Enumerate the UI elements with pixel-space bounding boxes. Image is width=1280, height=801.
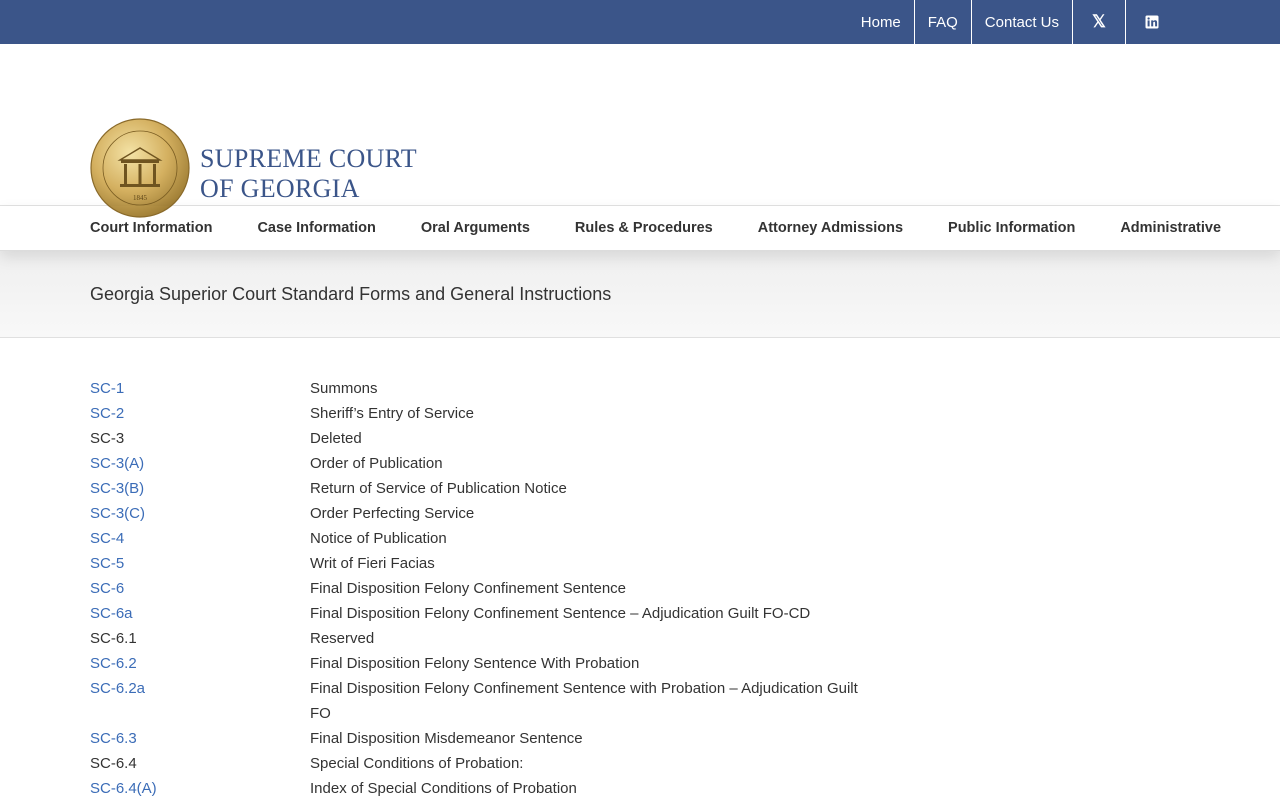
site-header: 1845 SUPREME COURT OF GEORGIA <box>0 44 1280 218</box>
form-row: SC-5 Writ of Fieri Facias <box>90 551 870 576</box>
faq-link[interactable]: FAQ <box>913 0 971 44</box>
nav-case-information[interactable]: Case Information <box>257 220 375 236</box>
form-description: Summons <box>310 380 378 397</box>
form-description: Final Disposition Felony Confinement Sen… <box>310 680 858 722</box>
form-code-link[interactable]: SC-4 <box>90 526 310 551</box>
form-code-link[interactable]: SC-3(C) <box>90 501 310 526</box>
form-row: SC-6.3 Final Disposition Misdemeanor Sent… <box>90 726 870 751</box>
form-code: SC-6.1 <box>90 630 137 647</box>
form-code-link[interactable]: SC-5 <box>90 551 310 576</box>
site-title-line-2: OF GEORGIA <box>200 174 360 203</box>
form-row: SC-3(A) Order of Publication <box>90 451 870 476</box>
form-description: Deleted <box>310 430 362 447</box>
utility-bar: Home FAQ Contact Us 𝕏 <box>0 0 1280 44</box>
form-description: Final Disposition Felony Confinement Sen… <box>310 580 627 597</box>
nav-attorney-admissions[interactable]: Attorney Admissions <box>758 220 903 236</box>
form-row: SC-3 Deleted <box>90 426 870 451</box>
form-row: SC-2 Sheriff’s Entry of Service <box>90 401 870 426</box>
utility-nav: Home FAQ Contact Us 𝕏 <box>848 0 1178 44</box>
nav-rules-procedures[interactable]: Rules & Procedures <box>575 220 713 236</box>
form-description: Order of Publication <box>310 455 443 472</box>
form-row: SC-6a Final Disposition Felony Confinemen… <box>90 601 870 626</box>
form-code-link[interactable]: SC-2 <box>90 401 310 426</box>
main-nav: Court Information Case Information Oral … <box>0 206 1280 251</box>
form-code: SC-6.4 <box>90 755 137 772</box>
page-title: Georgia Superior Court Standard Forms an… <box>90 283 612 304</box>
form-code-link[interactable]: SC-6a <box>90 601 310 626</box>
home-link[interactable]: Home <box>848 0 914 44</box>
form-description: Writ of Fieri Facias <box>310 555 435 572</box>
form-description: Notice of Publication <box>310 530 447 547</box>
form-code-link[interactable]: SC-6.4(A) <box>90 776 310 801</box>
form-row: SC-6.2a Final Disposition Felony Confinem… <box>90 676 870 726</box>
form-description: Index of Special Conditions of Probation <box>310 780 577 797</box>
form-row: SC-1 Summons <box>90 376 870 401</box>
form-code-link[interactable]: SC-3(A) <box>90 451 310 476</box>
site-title-line-1: SUPREME COURT <box>200 144 417 173</box>
contact-us-link[interactable]: Contact Us <box>970 0 1072 44</box>
form-row: SC-6.2 Final Disposition Felony Sentence … <box>90 651 870 676</box>
form-row: SC-3(C) Order Perfecting Service <box>90 501 870 526</box>
form-description: Reserved <box>310 630 375 647</box>
form-code-link[interactable]: SC-6.2 <box>90 651 310 676</box>
form-row: SC-6.4(A) Index of Special Conditions of … <box>90 776 870 801</box>
form-code-link[interactable]: SC-3(B) <box>90 476 310 501</box>
form-code-link[interactable]: SC-6.2a <box>90 676 310 726</box>
x-twitter-icon[interactable]: 𝕏 <box>1072 0 1125 44</box>
form-row: SC-3(B) Return of Service of Publication … <box>90 476 870 501</box>
svg-text:1845: 1845 <box>133 194 148 202</box>
form-code-link[interactable]: SC-6.3 <box>90 726 310 751</box>
form-row: SC-4 Notice of Publication <box>90 526 870 551</box>
form-code-link[interactable]: SC-1 <box>90 376 310 401</box>
form-description: Final Disposition Felony Sentence With P… <box>310 655 640 672</box>
form-code: SC-3 <box>90 430 125 447</box>
form-row: SC-6.1 Reserved <box>90 626 870 651</box>
form-description: Final Disposition Misdemeanor Sentence <box>310 730 583 747</box>
forms-list: SC-1 Summons SC-2 Sheriff’s Entry of Servic… <box>90 376 870 801</box>
nav-oral-arguments[interactable]: Oral Arguments <box>421 220 530 236</box>
court-seal-logo[interactable]: 1845 <box>90 118 190 218</box>
form-description: Sheriff’s Entry of Service <box>310 405 474 422</box>
form-description: Return of Service of Publication Notice <box>310 480 567 497</box>
nav-court-information[interactable]: Court Information <box>90 220 212 236</box>
nav-administrative[interactable]: Administrative <box>1120 220 1221 236</box>
linkedin-icon[interactable] <box>1125 0 1178 44</box>
form-row: SC-6 Final Disposition Felony Confinement… <box>90 576 870 601</box>
form-description: Order Perfecting Service <box>310 505 475 522</box>
page-title-bar: Georgia Superior Court Standard Forms an… <box>0 251 1280 338</box>
nav-public-information[interactable]: Public Information <box>948 220 1075 236</box>
form-row: SC-6.4 Special Conditions of Probation: <box>90 751 870 776</box>
form-code-link[interactable]: SC-6 <box>90 576 310 601</box>
form-description: Final Disposition Felony Confinement Sen… <box>310 605 811 622</box>
site-title[interactable]: SUPREME COURT OF GEORGIA <box>200 144 417 204</box>
form-description: Special Conditions of Probation: <box>310 755 524 772</box>
